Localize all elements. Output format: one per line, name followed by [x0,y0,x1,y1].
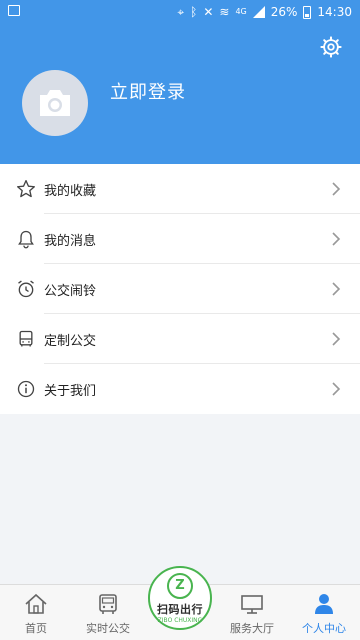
menu-list: 我的收藏 我的消息 公交闹铃 定制公交 关于我们 [0,164,360,414]
battery-percent: 26% [270,5,298,19]
gear-icon[interactable] [320,36,342,58]
gallery-icon [8,5,20,16]
battery-icon [303,5,312,19]
menu-item-favorites[interactable]: 我的收藏 [0,164,360,214]
chevron-right-icon [332,332,341,346]
menu-item-label: 关于我们 [44,383,97,399]
tab-label: 服务大厅 [230,622,274,635]
bus-icon [19,330,33,347]
scan-travel-button[interactable]: Z 扫码出行 ZIBO CHUXING [148,566,212,630]
info-icon [17,380,35,398]
menu-item-custom-bus[interactable]: 定制公交 [0,314,360,364]
signal-icon [252,6,265,18]
tab-label: 个人中心 [302,622,346,635]
camera-icon [40,90,70,116]
chevron-right-icon [332,282,341,296]
menu-item-bus-alarm[interactable]: 公交闹铃 [0,264,360,314]
tab-label: 首页 [25,622,47,635]
bluetooth-icon: ᛒ [190,5,198,19]
home-icon [25,593,47,614]
menu-item-label: 公交闹铃 [44,283,97,299]
scan-label: 扫码出行 [157,602,203,616]
menu-item-label: 定制公交 [44,333,97,349]
alarm-clock-icon [18,280,34,298]
tab-label: 实时公交 [86,622,130,635]
user-icon [315,594,333,614]
monitor-icon [241,595,263,614]
network-type: 4G [235,7,247,16]
mute-icon: ✕ [203,5,214,19]
menu-item-label: 我的收藏 [44,183,97,199]
tab-personal-center[interactable]: 个人中心 [288,585,360,640]
avatar[interactable] [22,70,88,136]
status-icons: ⌖ ᛒ ✕ ≋ 4G 26% 14:30 [177,3,352,21]
zibo-logo-icon: Z [167,572,193,599]
chevron-right-icon [332,382,341,396]
wifi-icon: ≋ [219,5,230,19]
profile-header: 立即登录 [0,24,360,164]
chevron-right-icon [332,232,341,246]
bell-icon [18,230,34,249]
bus-icon [99,594,117,614]
status-bar: ⌖ ᛒ ✕ ≋ 4G 26% 14:30 [0,0,360,24]
tab-home[interactable]: 首页 [0,585,72,640]
menu-item-messages[interactable]: 我的消息 [0,214,360,264]
menu-item-about-us[interactable]: 关于我们 [0,364,360,414]
tab-service-hall[interactable]: 服务大厅 [216,585,288,640]
tab-realtime-bus[interactable]: 实时公交 [72,585,144,640]
scan-sublabel: ZIBO CHUXING [157,616,203,624]
login-link[interactable]: 立即登录 [110,78,186,104]
chevron-right-icon [332,182,341,196]
location-icon: ⌖ [177,5,185,19]
menu-item-label: 我的消息 [44,233,97,249]
clock-time: 14:30 [317,5,352,19]
star-icon [17,180,35,198]
